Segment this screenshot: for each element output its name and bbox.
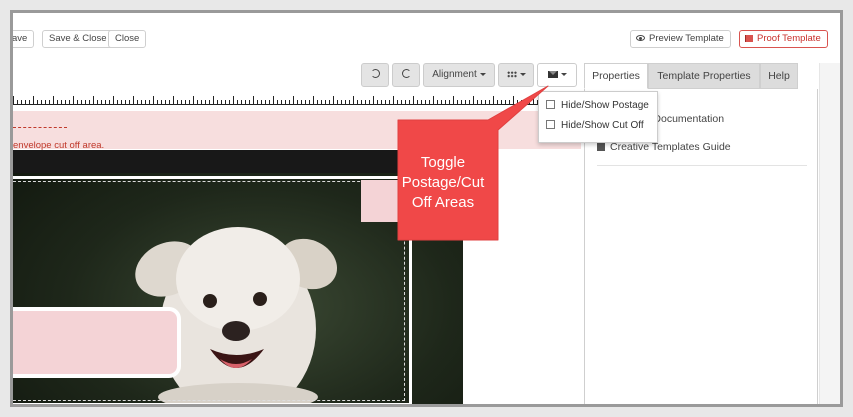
documentation-link[interactable]: r Documentation <box>647 113 724 125</box>
cutoff-checkbox[interactable] <box>546 120 555 129</box>
callout-line: Off Areas <box>411 194 475 211</box>
panel-divider <box>597 165 807 166</box>
save-close-button[interactable]: Save & Close <box>42 30 114 48</box>
chevron-down-icon <box>479 73 486 76</box>
hide-show-postage-option[interactable]: Hide/Show Postage <box>546 100 649 111</box>
chevron-down-icon <box>560 73 567 76</box>
envelope-icon <box>547 71 558 78</box>
envelope-dropdown-menu: Hide/Show Postage Hide/Show Cut Off <box>538 91 658 143</box>
design-canvas[interactable]: envelope cut off area. <box>13 106 581 404</box>
callout-line: Postage/Cut <box>401 174 485 191</box>
address-area[interactable] <box>13 307 181 378</box>
top-bar: ave Save & Close Close Preview Template … <box>13 13 840 63</box>
undo-icon <box>370 69 380 78</box>
proof-template-button[interactable]: Proof Template <box>739 30 828 48</box>
redo-button[interactable] <box>392 63 420 87</box>
alignment-label: Alignment <box>432 69 477 80</box>
grid-icon <box>506 71 517 78</box>
hide-show-cutoff-label: Hide/Show Cut Off <box>561 120 644 131</box>
cutoff-warning-area: envelope cut off area. <box>13 111 581 151</box>
warning-dashed-line <box>13 127 67 128</box>
preview-template-button[interactable]: Preview Template <box>630 30 731 48</box>
preview-template-label: Preview Template <box>649 33 724 44</box>
callout-text: Toggle Postage/Cut Off Areas <box>393 153 493 213</box>
flag-icon <box>745 35 753 42</box>
alignment-dropdown[interactable]: Alignment <box>423 63 495 87</box>
tab-template-properties[interactable]: Template Properties <box>648 63 760 89</box>
horizontal-ruler <box>13 93 581 105</box>
close-button[interactable]: Close <box>108 30 147 48</box>
envelope-dropdown[interactable] <box>537 63 577 87</box>
save-button[interactable]: ave <box>13 30 35 48</box>
grid-dropdown[interactable] <box>498 63 534 87</box>
tab-help[interactable]: Help <box>760 63 798 89</box>
redo-icon <box>401 69 411 78</box>
eye-icon <box>636 35 645 41</box>
tab-properties[interactable]: Properties <box>584 63 648 89</box>
hide-show-postage-label: Hide/Show Postage <box>561 100 649 111</box>
right-scrollbar[interactable] <box>819 63 840 404</box>
callout-line: Toggle <box>420 154 466 171</box>
proof-template-label: Proof Template <box>757 33 821 44</box>
chevron-down-icon <box>519 73 526 76</box>
postage-checkbox[interactable] <box>546 100 555 109</box>
hide-show-cutoff-option[interactable]: Hide/Show Cut Off <box>546 120 644 131</box>
undo-button[interactable] <box>361 63 389 87</box>
